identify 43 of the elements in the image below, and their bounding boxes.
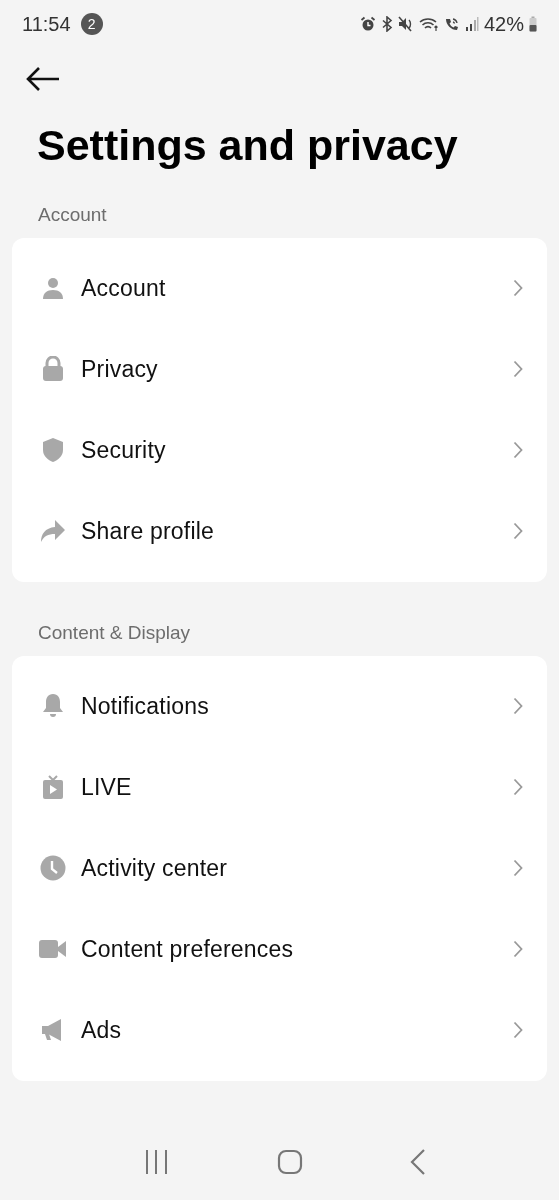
chevron-right-icon <box>513 778 523 797</box>
clock-icon <box>40 855 66 882</box>
battery-percentage: 42% <box>483 12 524 36</box>
section-label: Content & Display <box>38 621 192 644</box>
recent-apps-icon[interactable] <box>143 1149 170 1175</box>
back-icon[interactable] <box>409 1148 426 1176</box>
settings-item[interactable]: Ads <box>12 989 547 1071</box>
chevron-right-icon <box>513 360 523 379</box>
bluetooth-icon <box>380 16 393 32</box>
chevron-right-icon <box>513 940 523 959</box>
video-camera-icon <box>39 939 67 960</box>
settings-item[interactable]: Privacy <box>12 328 547 410</box>
settings-item[interactable]: Account <box>12 247 547 329</box>
chevron-right-icon <box>513 1021 523 1040</box>
settings-item[interactable]: Activity center <box>12 827 547 909</box>
bell-icon <box>41 693 65 720</box>
section-label: Account <box>38 203 108 226</box>
chevron-right-icon <box>513 859 523 878</box>
chevron-right-icon <box>513 697 523 716</box>
settings-item[interactable]: Notifications <box>12 665 547 747</box>
home-icon[interactable] <box>276 1149 303 1175</box>
settings-item[interactable]: LIVE <box>12 746 547 828</box>
mute-icon <box>397 16 414 32</box>
settings-item[interactable]: Security <box>12 409 547 491</box>
wifi-icon <box>418 16 439 32</box>
settings-item[interactable]: Share profile <box>12 490 547 572</box>
chevron-right-icon <box>513 279 523 298</box>
person-icon <box>41 276 65 301</box>
chevron-right-icon <box>513 441 523 460</box>
back-arrow-icon <box>26 66 60 92</box>
chevron-right-icon <box>513 522 523 541</box>
notification-badge: 2 <box>80 13 103 35</box>
wifi-call-icon <box>443 16 460 32</box>
signal-icon <box>464 16 479 32</box>
status-time: 11:54 <box>22 12 71 36</box>
tv-play-icon <box>42 774 64 801</box>
alarm-icon <box>359 16 376 32</box>
settings-item[interactable]: Content preferences <box>12 908 547 990</box>
share-arrow-icon <box>40 519 66 544</box>
shield-icon <box>42 437 64 464</box>
lock-icon <box>41 356 65 383</box>
page-title: Settings and privacy <box>37 120 459 171</box>
battery-icon <box>529 16 537 32</box>
